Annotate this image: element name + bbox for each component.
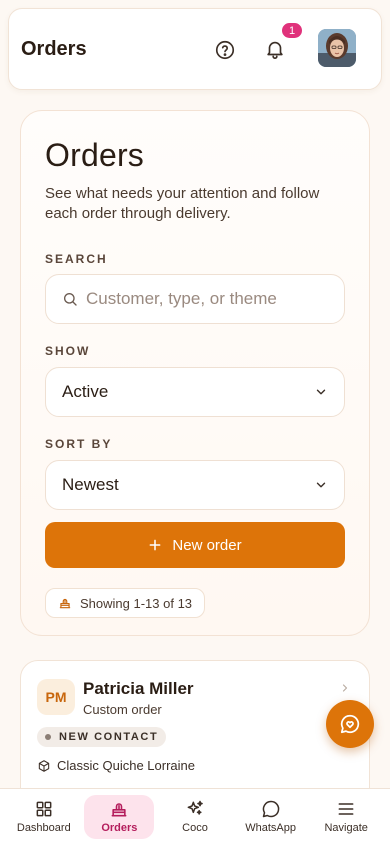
show-select[interactable]: Active bbox=[45, 367, 345, 417]
new-order-label: New order bbox=[172, 536, 242, 554]
chat-fab-button[interactable] bbox=[326, 700, 374, 748]
avatar-image bbox=[318, 29, 356, 67]
grid-icon bbox=[36, 801, 52, 817]
nav-label-coco: Coco bbox=[182, 822, 208, 834]
cake-icon bbox=[111, 803, 127, 817]
search-label: SEARCH bbox=[45, 252, 108, 266]
status-dot bbox=[45, 734, 51, 740]
menu-icon bbox=[338, 803, 354, 815]
customer-initials: PM bbox=[37, 679, 75, 715]
order-item-label: Classic Quiche Lorraine bbox=[57, 758, 196, 773]
chat-bubble-icon bbox=[262, 800, 279, 818]
order-item: Classic Quiche Lorraine bbox=[37, 758, 195, 773]
chat-heart-icon bbox=[340, 714, 360, 734]
package-icon bbox=[38, 759, 50, 772]
bell-icon bbox=[267, 41, 283, 59]
status-badge: NEW CONTACT bbox=[37, 727, 167, 747]
status-badge-label: NEW CONTACT bbox=[59, 731, 159, 743]
page-title: Orders bbox=[45, 137, 144, 173]
sort-label: SORT BY bbox=[45, 437, 113, 451]
new-order-button[interactable]: New order bbox=[45, 522, 345, 568]
search-input[interactable]: Customer, type, or theme bbox=[45, 274, 345, 324]
chevron-down-icon bbox=[316, 482, 326, 488]
show-select-value: Active bbox=[62, 382, 109, 401]
chevron-down-icon bbox=[316, 389, 326, 395]
sparkles-icon bbox=[187, 800, 203, 815]
nav-label-whatsapp: WhatsApp bbox=[245, 822, 296, 834]
notification-badge: 1 bbox=[282, 23, 302, 38]
order-type: Custom order bbox=[83, 702, 162, 717]
nav-item-dashboard[interactable]: Dashboard bbox=[9, 795, 79, 839]
nav-label-dashboard: Dashboard bbox=[16, 822, 71, 834]
bottom-nav: Dashboard Orders Coco WhatsApp Navigate bbox=[0, 788, 390, 844]
page-subtitle: See what needs your attention and follow… bbox=[45, 185, 320, 222]
nav-item-coco[interactable]: Coco bbox=[160, 795, 230, 839]
header-title: Orders bbox=[21, 37, 87, 60]
nav-label-navigate: Navigate bbox=[324, 822, 368, 834]
show-label: SHOW bbox=[45, 344, 91, 358]
sort-select[interactable]: Newest bbox=[45, 460, 345, 510]
nav-item-orders[interactable]: Orders bbox=[84, 794, 155, 839]
result-count-pill: Showing 1-13 of 13 bbox=[45, 588, 206, 618]
search-placeholder: Customer, type, or theme bbox=[86, 289, 277, 308]
help-button[interactable] bbox=[209, 34, 241, 66]
chevron-right-icon bbox=[342, 684, 348, 692]
nav-item-whatsapp[interactable]: WhatsApp bbox=[236, 795, 306, 839]
notifications-button[interactable] bbox=[259, 33, 291, 65]
app-header: Orders 1 bbox=[8, 8, 382, 90]
sort-select-value: Newest bbox=[62, 475, 119, 494]
orders-filter-card: Orders See what needs your attention and… bbox=[20, 110, 370, 636]
customer-name: Patricia Miller bbox=[83, 679, 194, 698]
cake-icon bbox=[59, 599, 71, 609]
avatar[interactable] bbox=[318, 29, 356, 67]
result-count-text: Showing 1-13 of 13 bbox=[80, 595, 193, 611]
plus-icon bbox=[149, 539, 161, 551]
help-circle-icon bbox=[215, 40, 235, 60]
nav-item-navigate[interactable]: Navigate bbox=[311, 795, 381, 839]
nav-label-orders: Orders bbox=[101, 822, 138, 834]
search-icon bbox=[63, 293, 77, 306]
